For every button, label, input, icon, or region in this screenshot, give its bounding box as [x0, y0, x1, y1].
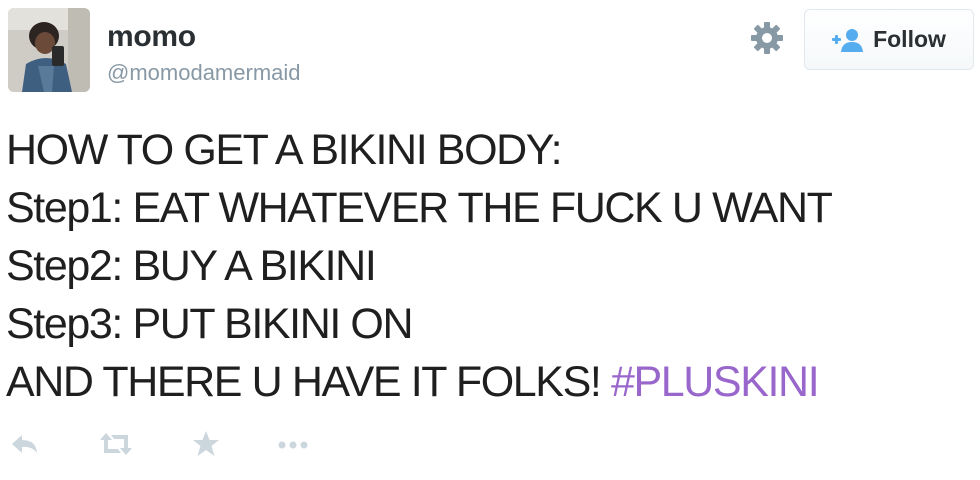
display-name[interactable]: momo — [107, 20, 196, 54]
retweet-icon[interactable] — [98, 427, 134, 461]
tweet-line-text: AND THERE U HAVE IT FOLKS! — [6, 358, 611, 406]
add-user-icon — [832, 28, 864, 52]
tweet-line: Step3: PUT BIKINI ON — [6, 300, 414, 348]
tweet-line: Step1: EAT WHATEVER THE FUCK U WANT — [6, 184, 833, 232]
tweet-line-last: AND THERE U HAVE IT FOLKS! #PLUSKINI — [6, 353, 976, 411]
gear-icon[interactable] — [749, 20, 785, 56]
follow-button[interactable]: Follow — [804, 9, 974, 70]
tweet-line: Step2: BUY A BIKINI — [6, 242, 377, 290]
avatar[interactable] — [8, 8, 90, 92]
profile-photo — [8, 8, 90, 92]
screen-name[interactable]: @momodamermaid — [107, 60, 301, 86]
tweet-text: HOW TO GET A BIKINI BODY: Step1: EAT WHA… — [6, 121, 976, 411]
favorite-icon[interactable] — [190, 427, 222, 461]
tweet-line: HOW TO GET A BIKINI BODY: — [6, 126, 563, 174]
follow-label: Follow — [873, 26, 946, 52]
reply-icon[interactable] — [10, 427, 40, 461]
more-icon[interactable] — [275, 427, 311, 461]
hashtag-link[interactable]: #PLUSKINI — [611, 358, 820, 406]
